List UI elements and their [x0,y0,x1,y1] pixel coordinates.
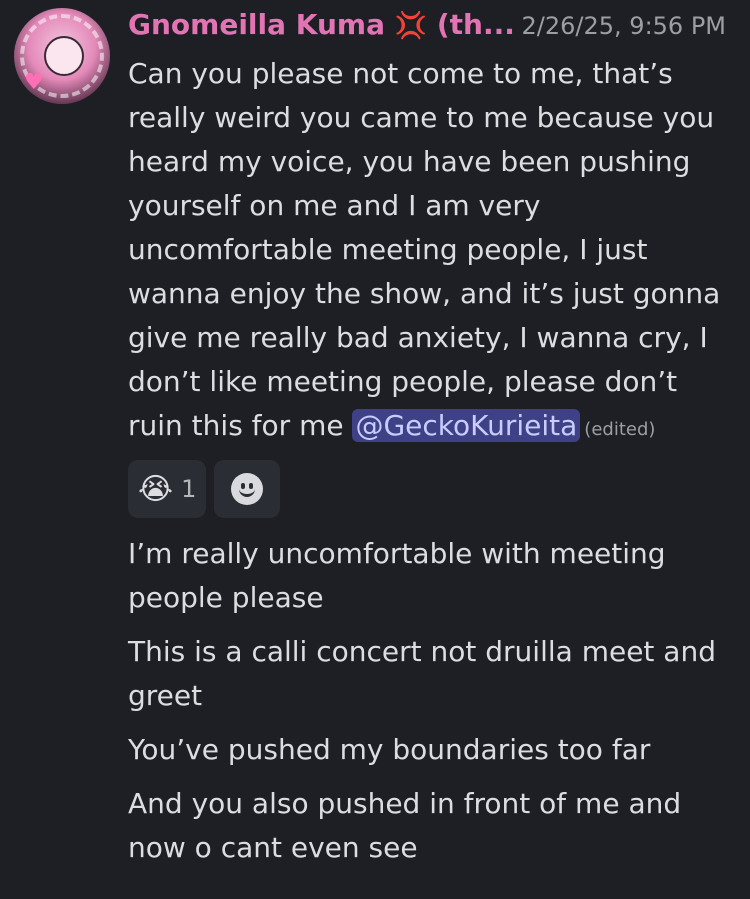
add-reaction-button[interactable] [214,460,281,518]
username[interactable]: Gnomeilla Kuma 💢 (th... [128,8,515,41]
message-item: And you also pushed in front of me and n… [128,787,682,864]
user-mention[interactable]: @GeckoKurieita [352,409,581,442]
message-text: Can you please not come to me, that’s re… [128,57,721,442]
username-suffix[interactable]: (th... [437,8,515,41]
user-avatar[interactable]: ♥ [14,8,110,104]
reaction-sob[interactable]: 😭 1 [128,460,207,518]
message-header: Gnomeilla Kuma 💢 (th... 2/26/25, 9:56 PM [128,8,738,46]
message-body: Can you please not come to me, that’s re… [128,52,736,452]
heart-icon: ♥ [24,70,44,95]
avatar-character [44,36,84,76]
add-reaction-smile-icon [231,473,264,505]
message-item: This is a calli concert not druilla meet… [128,635,716,712]
message-item: You’ve pushed my boundaries too far [128,733,651,766]
username-text[interactable]: Gnomeilla Kuma [128,8,385,41]
edited-label: (edited) [584,419,656,440]
sob-emoji-icon: 😭 [138,471,174,507]
message-item: I’m really uncomfortable with meeting pe… [128,537,666,614]
reaction-count: 1 [181,475,197,503]
message-timestamp: 2/26/25, 9:56 PM [521,12,726,40]
reaction-bar: 😭 1 [128,460,281,518]
anger-emoji-icon: 💢 [394,11,428,41]
